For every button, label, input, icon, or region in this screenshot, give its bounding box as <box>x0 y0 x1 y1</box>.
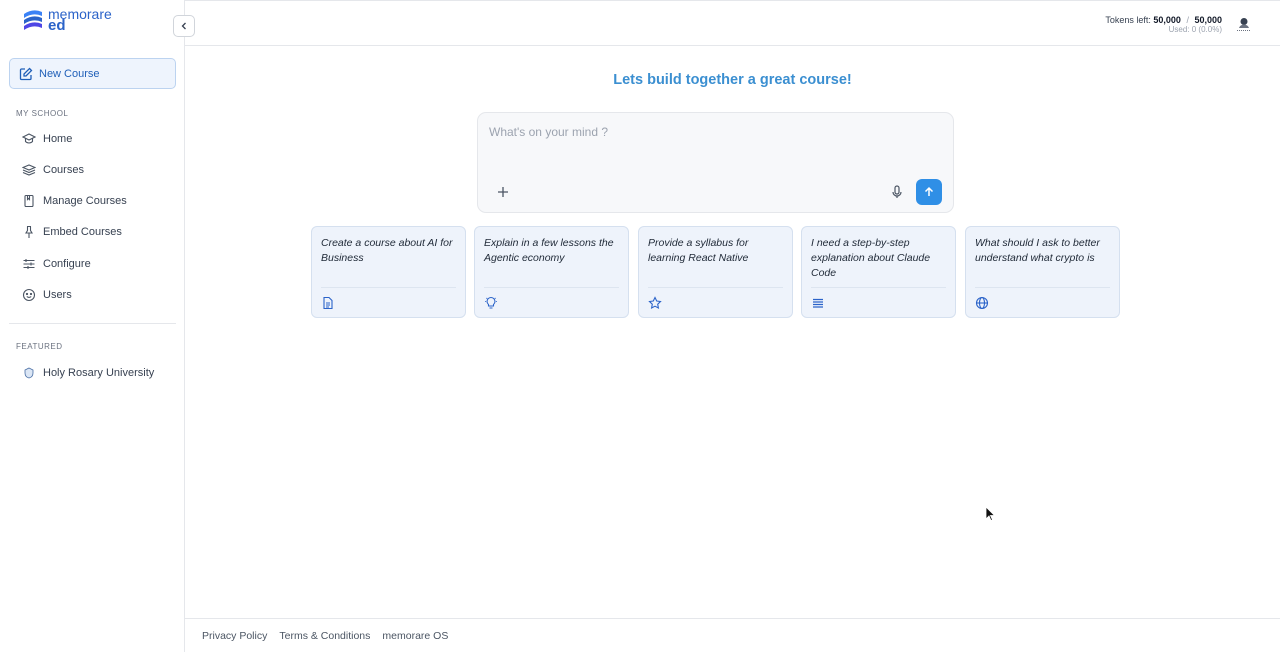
logo-mark-icon <box>24 10 42 30</box>
logo[interactable]: memorare ed <box>22 7 112 33</box>
send-button[interactable] <box>916 179 942 205</box>
suggestion-text: I need a step-by-step explanation about … <box>811 237 931 279</box>
card-divider <box>648 287 783 288</box>
collapse-sidebar-button[interactable] <box>173 15 195 37</box>
tokens-label: Tokens left: <box>1105 15 1151 25</box>
suggestion-card[interactable]: Explain in a few lessons the Agentic eco… <box>474 226 629 318</box>
tokens-total-value: 50,000 <box>1194 15 1222 25</box>
token-usage: Tokens left: 50,000 / 50,000 Used: 0 (0.… <box>1105 15 1222 34</box>
suggestion-text: Provide a syllabus for learning React Na… <box>648 237 749 264</box>
sidebar-item-label: Home <box>43 133 73 145</box>
sidebar-item-embed-courses[interactable]: Embed Courses <box>22 222 122 242</box>
suggestion-card[interactable]: Create a course about AI for Business <box>311 226 466 318</box>
sidebar-item-home[interactable]: Home <box>22 129 72 149</box>
sidebar-item-configure[interactable]: Configure <box>22 254 91 274</box>
section-featured: FEATURED <box>16 342 63 351</box>
add-attachment-button[interactable] <box>495 184 511 200</box>
layers-icon <box>22 163 36 177</box>
privacy-policy-link[interactable]: Privacy Policy <box>202 630 267 642</box>
logo-text: memorare ed <box>48 7 112 33</box>
card-divider <box>975 287 1110 288</box>
plus-icon <box>498 187 508 197</box>
footer: Privacy Policy Terms & Conditions memora… <box>185 618 1280 652</box>
sidebar-item-label: Embed Courses <box>43 226 122 238</box>
sidebar-item-label: Manage Courses <box>43 195 127 207</box>
graduation-cap-icon <box>22 132 36 146</box>
card-divider <box>484 287 619 288</box>
user-avatar-icon <box>1237 18 1251 31</box>
bookmark-icon <box>22 194 36 208</box>
tokens-left-row: Tokens left: 50,000 / 50,000 <box>1105 15 1222 25</box>
suggestion-card[interactable]: I need a step-by-step explanation about … <box>801 226 956 318</box>
featured-item-holy-rosary[interactable]: Holy Rosary University <box>22 363 154 383</box>
suggestion-card[interactable]: What should I ask to better understand w… <box>965 226 1120 318</box>
tokens-used: Used: 0 (0.0%) <box>1168 25 1222 34</box>
suggestion-text: Explain in a few lessons the Agentic eco… <box>484 237 614 264</box>
microphone-button[interactable] <box>889 184 905 200</box>
pin-icon <box>22 225 36 239</box>
edit-icon <box>19 67 33 80</box>
featured-item-label: Holy Rosary University <box>43 367 155 379</box>
memorare-os-link[interactable]: memorare OS <box>382 630 448 642</box>
lightbulb-icon <box>485 296 497 309</box>
section-my-school: MY SCHOOL <box>16 109 69 118</box>
sidebar-item-users[interactable]: Users <box>22 285 72 305</box>
smile-icon <box>22 288 36 302</box>
list-icon <box>813 298 823 308</box>
page-title: Lets build together a great course! <box>613 72 852 88</box>
sidebar-divider <box>9 323 176 324</box>
chevron-left-icon <box>181 22 186 30</box>
suggestion-card[interactable]: Provide a syllabus for learning React Na… <box>638 226 793 318</box>
microphone-icon <box>892 185 902 198</box>
tokens-separator: / <box>1186 15 1189 25</box>
sidebar-item-label: Courses <box>43 164 84 176</box>
mouse-cursor-icon <box>985 506 995 522</box>
terms-link[interactable]: Terms & Conditions <box>279 630 370 642</box>
prompt-box <box>477 112 954 213</box>
card-divider <box>811 287 946 288</box>
tokens-left-value: 50,000 <box>1153 15 1181 25</box>
globe-icon <box>975 296 989 310</box>
sidebar-item-label: Users <box>43 289 72 301</box>
suggestion-text: Create a course about AI for Business <box>321 237 453 264</box>
new-course-button[interactable]: New Course <box>9 58 176 89</box>
suggestion-text: What should I ask to better understand w… <box>975 237 1100 264</box>
top-header: Tokens left: 50,000 / 50,000 Used: 0 (0.… <box>185 0 1280 46</box>
star-icon <box>648 296 662 310</box>
arrow-up-icon <box>924 186 934 196</box>
new-course-label: New Course <box>39 67 100 80</box>
school-crest-icon <box>22 366 36 380</box>
sliders-icon <box>22 257 36 271</box>
card-divider <box>321 287 456 288</box>
sidebar-item-courses[interactable]: Courses <box>22 160 84 180</box>
avatar[interactable] <box>1236 16 1252 32</box>
sidebar-item-manage-courses[interactable]: Manage Courses <box>22 191 127 211</box>
sidebar-item-label: Configure <box>43 258 91 270</box>
document-icon <box>323 296 333 310</box>
prompt-input[interactable] <box>489 125 939 139</box>
sidebar: memorare ed New Course MY SCHOOL Home Co… <box>0 0 185 652</box>
